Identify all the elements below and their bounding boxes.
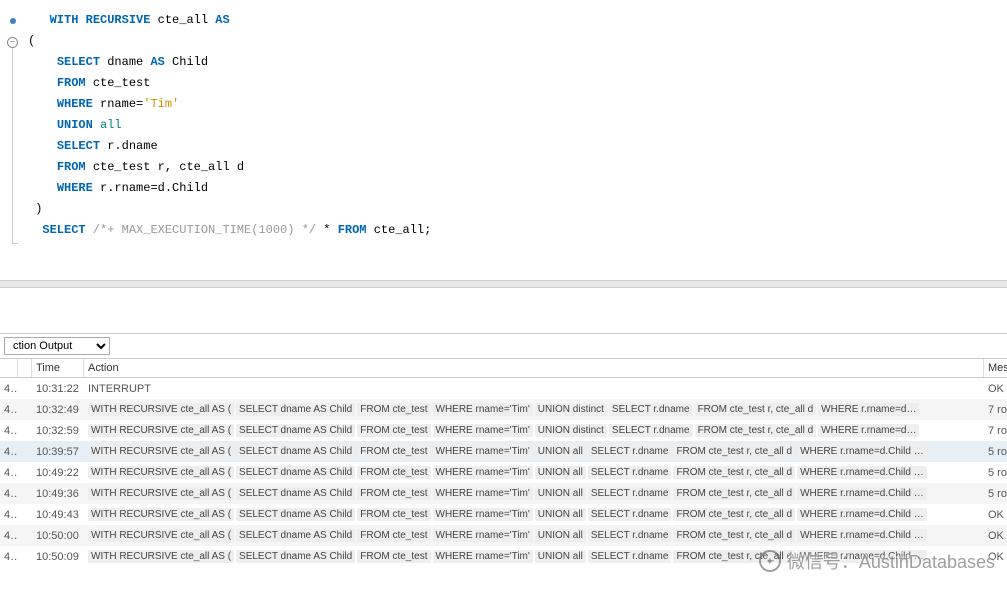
code-line[interactable]: FROM cte_test bbox=[28, 73, 997, 94]
output-row[interactable]: 4610:49:36WITH RECURSIVE cte_all AS (SEL… bbox=[0, 483, 1007, 504]
breakpoint-icon[interactable] bbox=[10, 18, 16, 24]
spacer bbox=[0, 288, 1007, 333]
code-line[interactable]: FROM cte_test r, cte_all d bbox=[28, 157, 997, 178]
fold-guide bbox=[12, 48, 13, 243]
code-line[interactable]: SELECT dname AS Child bbox=[28, 52, 997, 73]
code-area[interactable]: WITH RECURSIVE cte_all AS( SELECT dname … bbox=[28, 10, 997, 241]
output-grid: Time Action Messag 4110:31:22INTERRUPTOK… bbox=[0, 359, 1007, 567]
output-row[interactable]: 4710:49:43WITH RECURSIVE cte_all AS (SEL… bbox=[0, 504, 1007, 525]
output-row[interactable]: 4210:32:49WITH RECURSIVE cte_all AS (SEL… bbox=[0, 399, 1007, 420]
code-line[interactable]: UNION all bbox=[28, 115, 997, 136]
code-line[interactable]: WITH RECURSIVE cte_all AS bbox=[28, 10, 997, 31]
grid-header: Time Action Messag bbox=[0, 359, 1007, 378]
output-panel: ction Output Time Action Messag 4110:31:… bbox=[0, 333, 1007, 567]
fold-toggle-icon[interactable]: − bbox=[7, 37, 18, 48]
code-line[interactable]: WHERE rname='Tim' bbox=[28, 94, 997, 115]
code-line[interactable]: SELECT r.dname bbox=[28, 136, 997, 157]
col-action[interactable]: Action bbox=[84, 359, 984, 377]
code-line[interactable]: ( bbox=[28, 31, 997, 52]
sql-editor[interactable]: − WITH RECURSIVE cte_all AS( SELECT dnam… bbox=[0, 0, 1007, 280]
output-row[interactable]: 4110:31:22INTERRUPTOK - Qu bbox=[0, 378, 1007, 399]
output-type-select[interactable]: ction Output bbox=[4, 337, 110, 355]
output-header: ction Output bbox=[0, 334, 1007, 359]
col-time[interactable]: Time bbox=[32, 359, 84, 377]
code-line[interactable]: WHERE r.rname=d.Child bbox=[28, 178, 997, 199]
grid-body: 4110:31:22INTERRUPTOK - Qu4210:32:49WITH… bbox=[0, 378, 1007, 567]
code-line[interactable]: ) bbox=[28, 199, 997, 220]
code-line[interactable]: SELECT /*+ MAX_EXECUTION_TIME(1000) */ *… bbox=[28, 220, 997, 241]
col-message[interactable]: Messag bbox=[984, 359, 1007, 377]
output-row[interactable]: 4310:32:59WITH RECURSIVE cte_all AS (SEL… bbox=[0, 420, 1007, 441]
panel-divider[interactable] bbox=[0, 280, 1007, 288]
output-row[interactable]: 4910:50:09WITH RECURSIVE cte_all AS (SEL… bbox=[0, 546, 1007, 567]
fold-guide-end bbox=[12, 243, 18, 244]
output-row[interactable]: 4410:39:57WITH RECURSIVE cte_all AS (SEL… bbox=[0, 441, 1007, 462]
output-row[interactable]: 4810:50:00WITH RECURSIVE cte_all AS (SEL… bbox=[0, 525, 1007, 546]
output-row[interactable]: 4510:49:22WITH RECURSIVE cte_all AS (SEL… bbox=[0, 462, 1007, 483]
